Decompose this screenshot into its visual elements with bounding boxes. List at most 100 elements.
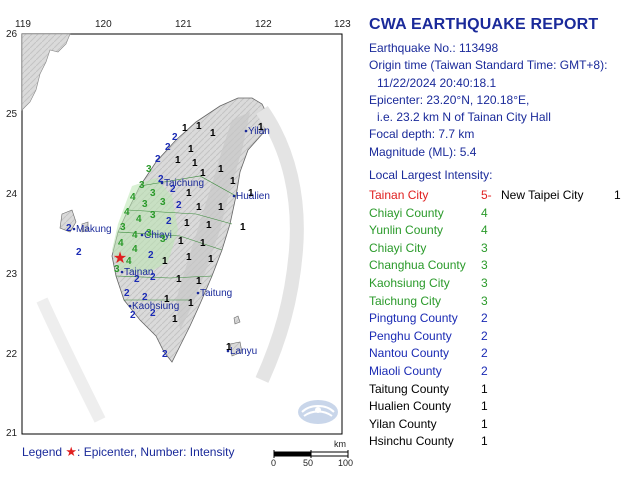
scale-tick: 0 bbox=[271, 458, 277, 468]
intensity-row: Penghu County 2 bbox=[369, 329, 637, 347]
intensity-marker: 4 bbox=[130, 192, 136, 203]
intensity-marker: 2 bbox=[76, 247, 82, 258]
intensity-marker: 2 bbox=[172, 132, 178, 143]
intensity-marker: 2 bbox=[124, 288, 130, 299]
region-intensity: 3 bbox=[481, 258, 488, 273]
region-intensity: 3 bbox=[481, 275, 488, 290]
intensity-marker: 1 bbox=[206, 220, 212, 231]
intensity-marker: 1 bbox=[184, 218, 190, 229]
intensity-marker: 1 bbox=[162, 256, 168, 267]
lat-tick: 26 bbox=[6, 29, 18, 40]
intensity-marker: 1 bbox=[164, 294, 170, 305]
intensity-marker: 1 bbox=[175, 155, 181, 166]
map-legend: Legend ★: Epicenter, Number: Intensity bbox=[22, 444, 234, 460]
intensity-marker: 2 bbox=[150, 308, 156, 319]
intensity-marker: 1 bbox=[182, 123, 188, 134]
region-name: Taichung City bbox=[369, 293, 442, 308]
region-name: Changhua County bbox=[369, 258, 466, 273]
scale-tick: 100 bbox=[338, 458, 354, 468]
intensity-marker: 1 bbox=[218, 164, 224, 175]
intensity-row: Yilan County 1 bbox=[369, 417, 637, 435]
region-name: Kaohsiung City bbox=[369, 275, 450, 290]
intensity-marker: 1 bbox=[178, 236, 184, 247]
intensity-marker: 1 bbox=[248, 188, 254, 199]
report-panel: CWA EARTHQUAKE REPORT Earthquake No.: 11… bbox=[369, 16, 634, 184]
region-name: Penghu County bbox=[369, 328, 452, 343]
intensity-marker: 1 bbox=[196, 276, 202, 287]
intensity-marker: 1 bbox=[200, 168, 206, 179]
town-label: Makung bbox=[76, 224, 112, 235]
intensity-row: Hsinchu County 1 bbox=[369, 434, 637, 452]
intensity-marker: 3 bbox=[146, 228, 152, 239]
intensity-marker: 2 bbox=[150, 272, 156, 283]
intensity-marker: 1 bbox=[210, 128, 216, 139]
intensity-marker: 3 bbox=[150, 188, 156, 199]
lon-tick: 119 bbox=[15, 19, 31, 30]
intensity-marker: 1 bbox=[208, 254, 214, 265]
region-intensity: 1 bbox=[481, 416, 488, 431]
intensity-marker: 2 bbox=[170, 184, 176, 195]
intensity-row: Pingtung County 2 bbox=[369, 311, 637, 329]
intensity-marker: 3 bbox=[150, 210, 156, 221]
lat-tick: 21 bbox=[6, 428, 18, 439]
region-name: Taitung County bbox=[369, 381, 450, 396]
region-intensity: 2 bbox=[481, 346, 488, 361]
intensity-row: Nantou County 2 bbox=[369, 346, 637, 364]
intensity-marker: 2 bbox=[130, 310, 136, 321]
lat-tick: 23 bbox=[6, 269, 18, 280]
report-title: CWA EARTHQUAKE REPORT bbox=[369, 16, 599, 33]
region-intensity: 2 bbox=[481, 328, 488, 343]
intensity-marker: 2 bbox=[155, 154, 161, 165]
intensity-marker: 1 bbox=[186, 188, 192, 199]
intensity-marker: 2 bbox=[166, 216, 172, 227]
region-intensity: 2 bbox=[481, 363, 488, 378]
region-name: Nantou County bbox=[369, 346, 450, 361]
intensity-marker: 2 bbox=[162, 349, 168, 360]
lat-tick: 22 bbox=[6, 349, 18, 360]
lon-tick: 122 bbox=[255, 19, 272, 30]
lat-tick: 24 bbox=[6, 189, 18, 200]
region-name: Chiayi County bbox=[369, 205, 444, 220]
town-label: Lanyu bbox=[230, 346, 257, 357]
region-intensity: 4 bbox=[481, 205, 488, 220]
legend-text: : Epicenter, Number: Intensity bbox=[77, 445, 235, 459]
magnitude: Magnitude (ML): 5.4 bbox=[369, 144, 477, 159]
intensity-marker: 2 bbox=[148, 250, 154, 261]
local-intensity-heading: Local Largest Intensity: bbox=[369, 168, 493, 183]
region-intensity: 3 bbox=[481, 240, 488, 255]
map-panel: Yilan Taichung Hualien Makung Chiayi Tai… bbox=[0, 0, 360, 480]
intensity-marker: 4 bbox=[136, 214, 142, 225]
region-name: Tainan City bbox=[369, 188, 429, 202]
origin-time-value: 11/22/2024 20:40:18.1 bbox=[377, 75, 497, 90]
region-name: New Taipei City bbox=[501, 188, 584, 202]
lon-tick: 121 bbox=[175, 19, 192, 30]
intensity-marker: 2 bbox=[176, 200, 182, 211]
lon-tick: 120 bbox=[95, 19, 112, 30]
epicenter-legend-icon: ★ bbox=[65, 444, 78, 459]
region-intensity: 4 bbox=[481, 223, 488, 238]
region-intensity: 1 bbox=[614, 188, 621, 202]
intensity-marker: 2 bbox=[165, 142, 171, 153]
intensity-marker: 3 bbox=[160, 197, 166, 208]
intensity-marker: 1 bbox=[188, 144, 194, 155]
intensity-marker: 4 bbox=[132, 244, 138, 255]
intensity-row: Kaohsiung City 3 bbox=[369, 276, 637, 294]
scale-tick: 50 bbox=[303, 458, 314, 468]
lat-tick: 25 bbox=[6, 109, 18, 120]
earthquake-number: Earthquake No.: 113498 bbox=[369, 41, 499, 55]
intensity-row: Changhua County 3 bbox=[369, 258, 637, 276]
intensity-marker: 1 bbox=[226, 342, 232, 353]
intensity-marker: 1 bbox=[230, 176, 236, 187]
region-name: Hsinchu County bbox=[369, 434, 454, 449]
region-name: Yilan County bbox=[369, 416, 437, 431]
region-intensity: 1 bbox=[481, 399, 488, 414]
intensity-row: Yunlin County 4 bbox=[369, 223, 637, 241]
legend-prefix: Legend bbox=[22, 445, 63, 459]
focal-depth: Focal depth: 7.7 km bbox=[369, 127, 475, 142]
epicenter-coordinates: Epicenter: 23.20°N, 120.18°E, bbox=[369, 92, 530, 107]
intensity-marker: 2 bbox=[142, 292, 148, 303]
cwa-logo bbox=[298, 400, 338, 424]
intensity-marker: 1 bbox=[188, 298, 194, 309]
intensity-marker: 2 bbox=[158, 174, 164, 185]
intensity-marker: 3 bbox=[139, 180, 145, 191]
